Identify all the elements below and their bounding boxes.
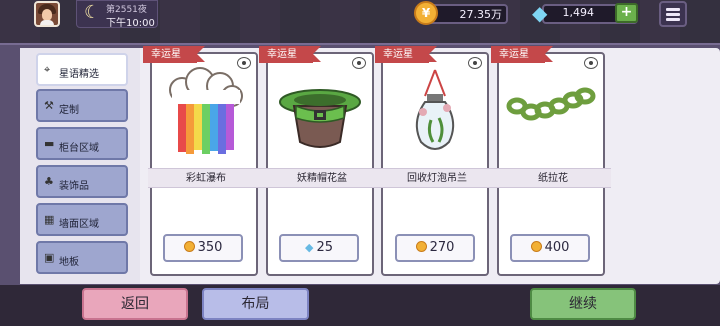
buy-button[interactable]: ◆ 25: [279, 234, 359, 262]
coin-icon: ¥: [414, 1, 438, 25]
tab-floor[interactable]: ▣ 地板: [36, 241, 128, 274]
buy-button[interactable]: 350: [163, 234, 243, 262]
item-name: 彩虹瀑布: [148, 168, 264, 188]
tab-counter[interactable]: ▬ 柜台区域: [36, 127, 128, 160]
wall-icon: ▦: [44, 213, 55, 226]
diamond-icon: ◆: [532, 1, 548, 25]
tab-decorations[interactable]: ♣ 装饰品: [36, 165, 128, 198]
preview-eye-icon[interactable]: [352, 57, 366, 69]
menu-icon: [666, 8, 680, 11]
coin-icon: [415, 241, 427, 252]
bulb-hanging-plant-image: [415, 69, 455, 150]
rainbow-waterfall-image: [169, 67, 243, 154]
item-name: 回收灯泡吊兰: [379, 168, 495, 188]
lucky-star-badge: 幸运星: [143, 46, 205, 63]
top-bar: ☾ 第2551夜 下午10:00 ¥ 27.35万 ◆ 1,494 +: [0, 0, 720, 30]
item-name: 妖精帽花盆: [264, 168, 380, 188]
lucky-star-badge: 幸运星: [491, 46, 553, 63]
back-button[interactable]: 返回: [82, 288, 188, 320]
coin-value: 27.35万: [459, 8, 503, 21]
avatar[interactable]: [34, 1, 60, 27]
gem-value: 1,494: [562, 6, 595, 19]
buy-button[interactable]: 400: [510, 234, 590, 262]
plant-icon: ♣: [44, 175, 54, 188]
counter-icon: ▬: [44, 137, 55, 150]
buy-button[interactable]: 270: [395, 234, 475, 262]
add-gems-button[interactable]: +: [615, 3, 638, 23]
location-pin-icon: ⌖: [44, 63, 51, 76]
item-name: 纸拉花: [495, 168, 611, 188]
paper-garland-image: [506, 87, 596, 121]
lucky-star-badge: 幸运星: [259, 46, 321, 63]
floor-icon: ▣: [44, 251, 55, 264]
coin-icon: [183, 241, 195, 252]
tab-custom[interactable]: ⚒ 定制: [36, 89, 128, 122]
tab-featured[interactable]: ⌖ 星语精选: [36, 53, 128, 86]
lucky-star-badge: 幸运星: [375, 46, 437, 63]
diamond-icon: ◆: [304, 241, 314, 254]
preview-eye-icon[interactable]: [468, 57, 482, 69]
hammer-icon: ⚒: [44, 99, 54, 112]
preview-eye-icon[interactable]: [584, 57, 598, 69]
coin-icon: [530, 241, 542, 252]
time-label: 下午10:00: [106, 18, 155, 29]
tab-wall[interactable]: ▦ 墙面区域: [36, 203, 128, 236]
layout-button[interactable]: 布局: [202, 288, 309, 320]
moon-icon: ☾: [84, 2, 101, 23]
fairy-hat-planter-image: [279, 89, 361, 148]
menu-button[interactable]: [659, 1, 687, 27]
preview-eye-icon[interactable]: [237, 57, 251, 69]
continue-button[interactable]: 继续: [530, 288, 636, 320]
